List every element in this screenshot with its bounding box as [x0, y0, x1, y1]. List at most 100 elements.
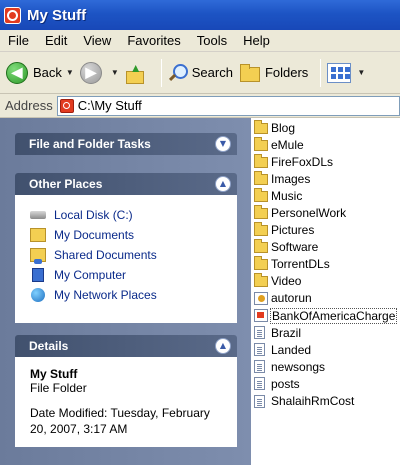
menu-edit[interactable]: Edit: [37, 33, 75, 48]
menu-favorites[interactable]: Favorites: [119, 33, 188, 48]
other-places-header[interactable]: Other Places ▲: [15, 173, 237, 195]
collapse-chevron-icon[interactable]: ▲: [215, 338, 231, 354]
window-app-icon[interactable]: [4, 6, 21, 24]
file-item[interactable]: eMule: [251, 136, 400, 153]
file-name[interactable]: FireFoxDLs: [271, 155, 333, 169]
file-item[interactable]: FireFoxDLs: [251, 153, 400, 170]
details-header[interactable]: Details ▲: [15, 335, 237, 357]
views-dropdown-icon[interactable]: ▼: [357, 68, 365, 77]
folder-icon: [254, 273, 268, 288]
forward-button[interactable]: ▶ ▼: [79, 61, 119, 84]
forward-arrow-icon: ▶: [79, 61, 102, 84]
back-button[interactable]: ◀ Back ▼: [6, 61, 74, 84]
place-my-network-places[interactable]: My Network Places: [30, 285, 226, 305]
file-item[interactable]: Brazil: [251, 324, 400, 341]
expand-chevron-icon[interactable]: ▼: [215, 136, 231, 152]
file-item[interactable]: Blog: [251, 119, 400, 136]
file-item[interactable]: PersonelWork: [251, 204, 400, 221]
back-label: Back: [33, 65, 62, 80]
file-item[interactable]: Pictures: [251, 222, 400, 239]
back-dropdown-icon[interactable]: ▼: [66, 68, 74, 77]
documents-folder-icon: [30, 228, 46, 242]
details-title: Details: [29, 339, 69, 353]
file-list[interactable]: Blog eMule FireFoxDLs Images Music PersonelWo…: [251, 118, 400, 465]
window-title: My Stuff: [27, 6, 87, 24]
folders-label: Folders: [264, 65, 309, 80]
file-folder-tasks-header[interactable]: File and Folder Tasks ▼: [15, 133, 237, 155]
file-item[interactable]: Software: [251, 239, 400, 256]
details-panel: Details ▲ My Stuff File Folder Date Modi…: [15, 335, 237, 447]
file-item[interactable]: posts: [251, 375, 400, 392]
file-name[interactable]: BankOfAmericaCharge: [269, 307, 398, 324]
file-item[interactable]: Images: [251, 170, 400, 187]
shared-folder-icon: [30, 248, 46, 264]
details-type: File Folder: [30, 381, 87, 395]
forward-dropdown-icon[interactable]: ▼: [111, 68, 119, 77]
toolbar: ◀ Back ▼ ▶ ▼ Search Folders ▼: [0, 52, 400, 94]
file-name[interactable]: Pictures: [271, 223, 314, 237]
views-button[interactable]: ▼: [327, 62, 365, 83]
file-name[interactable]: Brazil: [271, 326, 301, 340]
place-label[interactable]: My Documents: [54, 228, 134, 242]
text-document-icon: [254, 394, 265, 408]
address-field[interactable]: C:\My Stuff: [56, 95, 400, 116]
file-name[interactable]: Music: [271, 189, 302, 203]
menu-file[interactable]: File: [0, 33, 37, 48]
file-name[interactable]: autorun: [271, 291, 312, 305]
place-label[interactable]: Shared Documents: [54, 248, 157, 262]
file-name[interactable]: Landed: [271, 343, 311, 357]
file-item[interactable]: TorrentDLs: [251, 256, 400, 273]
other-places-body: Local Disk (C:) My Documents Shared Docu…: [15, 195, 237, 323]
other-places-panel: Other Places ▲ Local Disk (C:) My Docume…: [15, 173, 237, 323]
file-name[interactable]: eMule: [271, 138, 304, 152]
file-name[interactable]: Images: [271, 172, 310, 186]
place-my-documents[interactable]: My Documents: [30, 225, 226, 245]
search-button[interactable]: Search: [168, 63, 233, 83]
menu-tools[interactable]: Tools: [189, 33, 235, 48]
folder-icon: [254, 256, 268, 271]
autorun-file-icon: [254, 291, 268, 305]
address-bar: Address C:\My Stuff: [0, 94, 400, 118]
file-folder-tasks-title: File and Folder Tasks: [29, 137, 151, 151]
menu-bar: File Edit View Favorites Tools Help: [0, 30, 400, 52]
address-path[interactable]: C:\My Stuff: [78, 98, 142, 113]
place-shared-documents[interactable]: Shared Documents: [30, 245, 226, 265]
file-name[interactable]: Software: [271, 240, 318, 254]
up-folder-icon: [125, 61, 145, 84]
title-bar[interactable]: My Stuff: [0, 0, 400, 30]
file-name[interactable]: newsongs: [271, 360, 325, 374]
toolbar-separator: [320, 58, 322, 87]
file-name[interactable]: Blog: [271, 121, 295, 135]
file-item[interactable]: Landed: [251, 341, 400, 358]
place-label[interactable]: My Network Places: [54, 288, 157, 302]
file-name[interactable]: Video: [271, 274, 301, 288]
folder-icon: [254, 153, 268, 168]
place-my-computer[interactable]: My Computer: [30, 265, 226, 285]
collapse-chevron-icon[interactable]: ▲: [215, 176, 231, 192]
file-name[interactable]: TorrentDLs: [271, 257, 330, 271]
file-name[interactable]: ShalaihRmCost: [271, 394, 354, 408]
menu-help[interactable]: Help: [235, 33, 278, 48]
place-label[interactable]: Local Disk (C:): [54, 208, 133, 222]
text-document-icon: [254, 377, 265, 391]
folders-button[interactable]: Folders: [239, 63, 309, 82]
search-label: Search: [191, 65, 233, 80]
hard-disk-icon: [30, 211, 46, 219]
file-item[interactable]: ShalaihRmCost: [251, 393, 400, 410]
file-item[interactable]: Video: [251, 273, 400, 290]
folder-icon: [254, 222, 268, 237]
file-item[interactable]: newsongs: [251, 358, 400, 375]
up-folder-button[interactable]: [125, 61, 149, 84]
search-icon: [168, 63, 188, 83]
file-item[interactable]: autorun: [251, 290, 400, 307]
file-item[interactable]: BankOfAmericaCharge: [251, 307, 400, 324]
file-name[interactable]: posts: [271, 377, 300, 391]
file-name[interactable]: PersonelWork: [271, 206, 346, 220]
text-document-icon: [254, 343, 265, 357]
back-arrow-icon: ◀: [6, 61, 28, 84]
place-label[interactable]: My Computer: [54, 268, 126, 282]
file-item[interactable]: Music: [251, 187, 400, 204]
menu-view[interactable]: View: [75, 33, 119, 48]
computer-icon: [32, 268, 44, 282]
place-local-disk[interactable]: Local Disk (C:): [30, 205, 226, 225]
